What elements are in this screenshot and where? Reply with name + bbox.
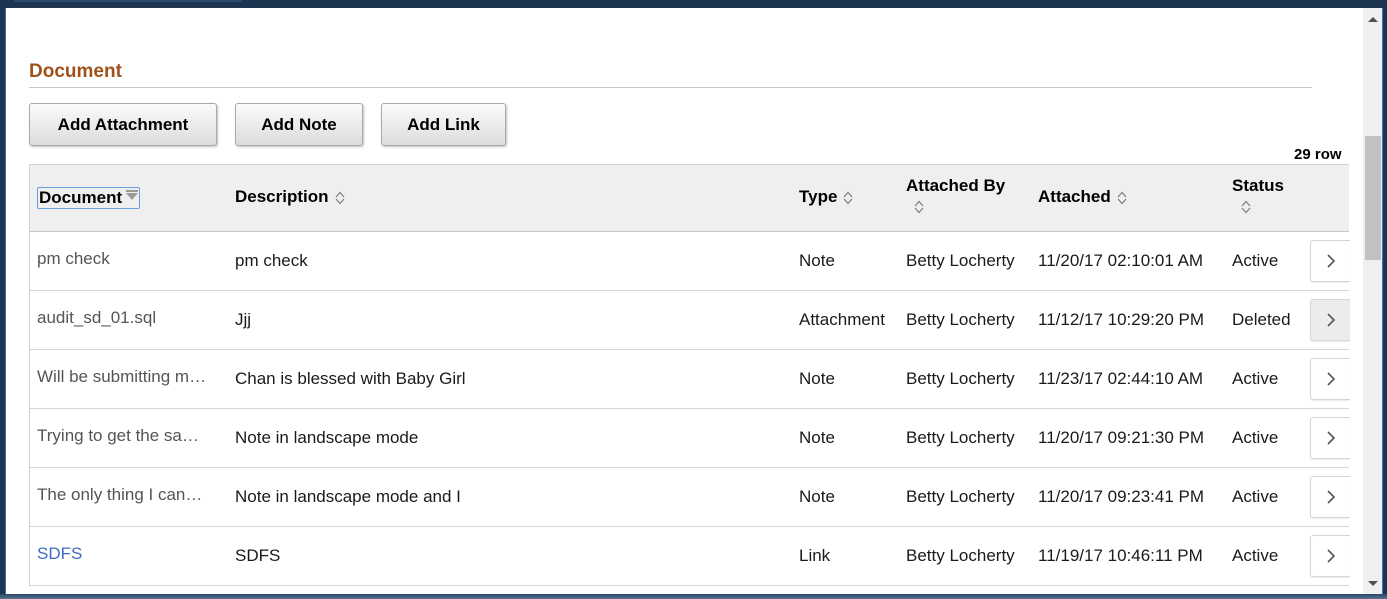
add-note-button[interactable]: Add Note: [235, 103, 363, 146]
column-header-label: Type: [799, 187, 838, 206]
scroll-up-arrow-icon[interactable]: [1368, 17, 1378, 22]
row-detail-button[interactable]: [1310, 476, 1350, 518]
cell-description: pm check: [235, 251, 308, 270]
scroll-content: Document Add Attachment Add Note Add Lin…: [6, 8, 1363, 594]
sort-descending-icon: [126, 190, 139, 201]
section-divider: [29, 87, 1312, 88]
row-detail-button[interactable]: [1310, 417, 1350, 459]
document-modal: Document Add Attachment Add Note Add Lin…: [5, 8, 1383, 594]
column-header-attached-by[interactable]: Attached By: [906, 176, 1005, 216]
table-row[interactable]: Will be submitting m… Chan is blessed wit…: [30, 350, 1350, 409]
table-row[interactable]: SDFS SDFS Link Betty Locherty 11/19/17 10:46…: [30, 525, 1350, 586]
column-header-type[interactable]: Type: [799, 187, 853, 207]
window-top-bar: [0, 0, 1387, 8]
grid-header: Document Description Type Attached By At…: [30, 164, 1349, 232]
cell-document: audit_sd_01.sql: [37, 308, 157, 327]
scroll-down-arrow-icon[interactable]: [1368, 581, 1378, 586]
chevron-right-icon: [1326, 431, 1335, 445]
vertical-scrollbar[interactable]: [1363, 8, 1382, 594]
column-header-label: Attached By: [906, 176, 1006, 195]
sort-icon: [1117, 191, 1127, 204]
cell-attached-by: Betty Locherty: [906, 251, 1015, 270]
column-header-label: Document: [39, 188, 123, 207]
scrollbar-thumb[interactable]: [1365, 136, 1381, 260]
cell-attached: 11/19/17 10:46:11 PM: [1038, 546, 1203, 565]
cell-document: Will be submitting m…: [37, 367, 207, 386]
window-tab: [14, 0, 242, 2]
cell-document: The only thing I can…: [37, 485, 203, 504]
documents-grid: Document Description Type Attached By At…: [29, 164, 1350, 586]
column-header-label: Status: [1232, 176, 1284, 195]
add-attachment-button[interactable]: Add Attachment: [29, 103, 217, 146]
row-detail-button[interactable]: [1310, 535, 1350, 577]
cell-description: Jjj: [235, 310, 252, 329]
sort-icon: [335, 191, 344, 204]
cell-type: Attachment: [799, 310, 885, 329]
cell-attached: 11/12/17 10:29:20 PM: [1038, 310, 1205, 329]
cell-attached-by: Betty Locherty: [906, 428, 1015, 447]
cell-type: Note: [799, 428, 835, 447]
row-count: 29 row: [1294, 146, 1342, 163]
cell-attached: 11/20/17 09:21:30 PM: [1038, 428, 1205, 447]
row-detail-button[interactable]: [1310, 240, 1350, 282]
cell-type: Note: [799, 487, 835, 506]
sort-icon: [1241, 200, 1251, 213]
cell-attached: 11/20/17 09:23:41 PM: [1038, 487, 1205, 506]
chevron-right-icon: [1326, 490, 1335, 504]
column-header-label: Description: [235, 187, 329, 206]
cell-attached-by: Betty Locherty: [906, 546, 1015, 565]
chevron-right-icon: [1326, 313, 1335, 327]
column-header-document[interactable]: Document: [37, 187, 141, 209]
cell-status: Active: [1232, 428, 1279, 447]
window-bottom-bar: [0, 594, 1387, 599]
cell-description: Chan is blessed with Baby Girl: [235, 369, 466, 388]
table-row[interactable]: pm check pm check Note Betty Locherty 11/20/…: [30, 232, 1350, 291]
grid-body: pm check pm check Note Betty Locherty 11/20/…: [30, 232, 1350, 586]
column-header-status[interactable]: Status: [1232, 176, 1284, 216]
cell-type: Link: [799, 546, 831, 565]
cell-attached: 11/20/17 02:10:01 AM: [1038, 251, 1204, 270]
row-detail-button[interactable]: [1310, 299, 1350, 341]
cell-description: SDFS: [235, 546, 281, 565]
table-row[interactable]: Trying to get the sa… Note in landscape m…: [30, 409, 1350, 468]
chevron-right-icon: [1326, 549, 1335, 563]
cell-status: Deleted: [1232, 310, 1291, 329]
chevron-right-icon: [1326, 254, 1335, 268]
column-header-attached[interactable]: Attached: [1038, 187, 1127, 207]
cell-document[interactable]: SDFS: [37, 525, 222, 583]
cell-description: Note in landscape mode and I: [235, 487, 461, 506]
cell-type: Note: [799, 251, 835, 270]
column-header-label: Attached: [1038, 187, 1111, 206]
column-header-description[interactable]: Description: [235, 187, 345, 207]
cell-document: pm check: [37, 249, 110, 268]
row-detail-button[interactable]: [1310, 358, 1350, 400]
cell-attached-by: Betty Locherty: [906, 369, 1015, 388]
chevron-right-icon: [1326, 372, 1335, 386]
cell-description: Note in landscape mode: [235, 428, 419, 447]
sort-icon: [844, 191, 853, 204]
add-link-button[interactable]: Add Link: [381, 103, 506, 146]
cell-attached-by: Betty Locherty: [906, 310, 1015, 329]
cell-status: Active: [1232, 487, 1279, 506]
cell-document: Trying to get the sa…: [37, 426, 199, 445]
section-title: Document: [29, 61, 122, 82]
table-row[interactable]: The only thing I can… Note in landscape m…: [30, 468, 1350, 527]
cell-attached-by: Betty Locherty: [906, 487, 1015, 506]
cell-status: Active: [1232, 369, 1279, 388]
cell-status: Active: [1232, 251, 1279, 270]
cell-type: Note: [799, 369, 835, 388]
cell-attached: 11/23/17 02:44:10 AM: [1038, 369, 1204, 388]
cell-status: Active: [1232, 546, 1279, 565]
table-row[interactable]: audit_sd_01.sql Jjj Attachment Betty Locher…: [30, 291, 1350, 350]
sort-icon: [914, 200, 924, 213]
